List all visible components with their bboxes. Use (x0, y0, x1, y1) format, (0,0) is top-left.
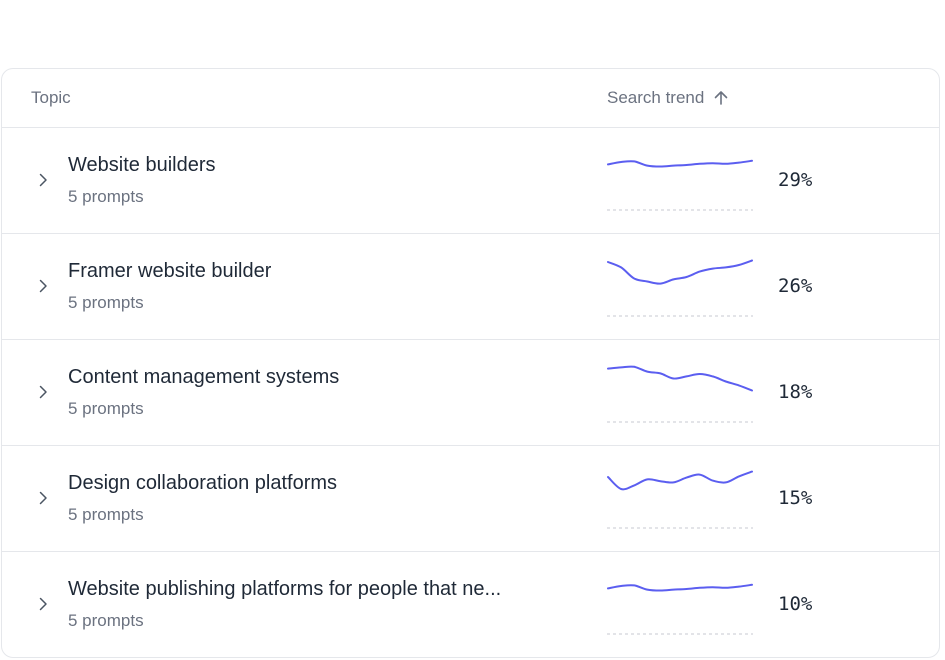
sparkline-trend-line (607, 365, 753, 392)
search-trend-percent: 26% (778, 275, 813, 297)
search-trend-sparkline (607, 583, 753, 635)
table-row[interactable]: Design collaboration platforms 5 prompts 1… (2, 446, 939, 552)
table-row[interactable]: Website publishing platforms for people … (2, 552, 939, 657)
search-trend-percent: 10% (778, 593, 813, 615)
sparkline-trend-line (607, 159, 753, 168)
column-header-search-trend-label: Search trend (607, 88, 705, 107)
search-trend-percent: 29% (778, 169, 813, 191)
search-trend-percent: 18% (778, 381, 813, 403)
prompt-count: 5 prompts (68, 611, 144, 630)
sparkline-trend-line (607, 259, 753, 285)
sparkline-trend-line (607, 470, 753, 491)
search-trend-sparkline (607, 365, 753, 423)
sparkline-trend-line (607, 583, 753, 592)
table-body: Website builders 5 prompts 29% Framer websi… (2, 128, 939, 657)
table-row[interactable]: Framer website builder 5 prompts 26% (2, 234, 939, 340)
chevron-right-icon[interactable] (35, 490, 51, 506)
chevron-right-icon[interactable] (35, 384, 51, 400)
prompt-count: 5 prompts (68, 187, 144, 206)
search-trend-sparkline (607, 470, 753, 529)
table-row[interactable]: Website builders 5 prompts 29% (2, 128, 939, 234)
sort-arrow-up-icon (715, 91, 728, 105)
search-trend-percent: 15% (778, 487, 813, 509)
table-header: Topic Search trend (2, 69, 939, 128)
table-row[interactable]: Content management systems 5 prompts 18% (2, 340, 939, 446)
chevron-right-icon[interactable] (35, 278, 51, 294)
search-trend-sparkline (607, 259, 753, 317)
chevron-right-icon[interactable] (35, 596, 51, 612)
prompt-count: 5 prompts (68, 505, 144, 524)
topic-title: Design collaboration platforms (68, 472, 338, 494)
column-header-topic[interactable]: Topic (31, 88, 71, 108)
topic-title: Framer website builder (68, 260, 272, 282)
topic-title: Website builders (68, 154, 216, 176)
topic-title: Content management systems (68, 366, 340, 388)
chevron-right-icon[interactable] (35, 172, 51, 188)
search-trend-sparkline (607, 159, 753, 211)
column-header-search-trend[interactable]: Search trend (607, 88, 730, 108)
prompt-count: 5 prompts (68, 399, 144, 418)
prompt-count: 5 prompts (68, 293, 144, 312)
topic-title: Website publishing platforms for people … (68, 578, 502, 600)
topics-table: Topic Search trend Website builders 5 pro… (1, 68, 940, 658)
